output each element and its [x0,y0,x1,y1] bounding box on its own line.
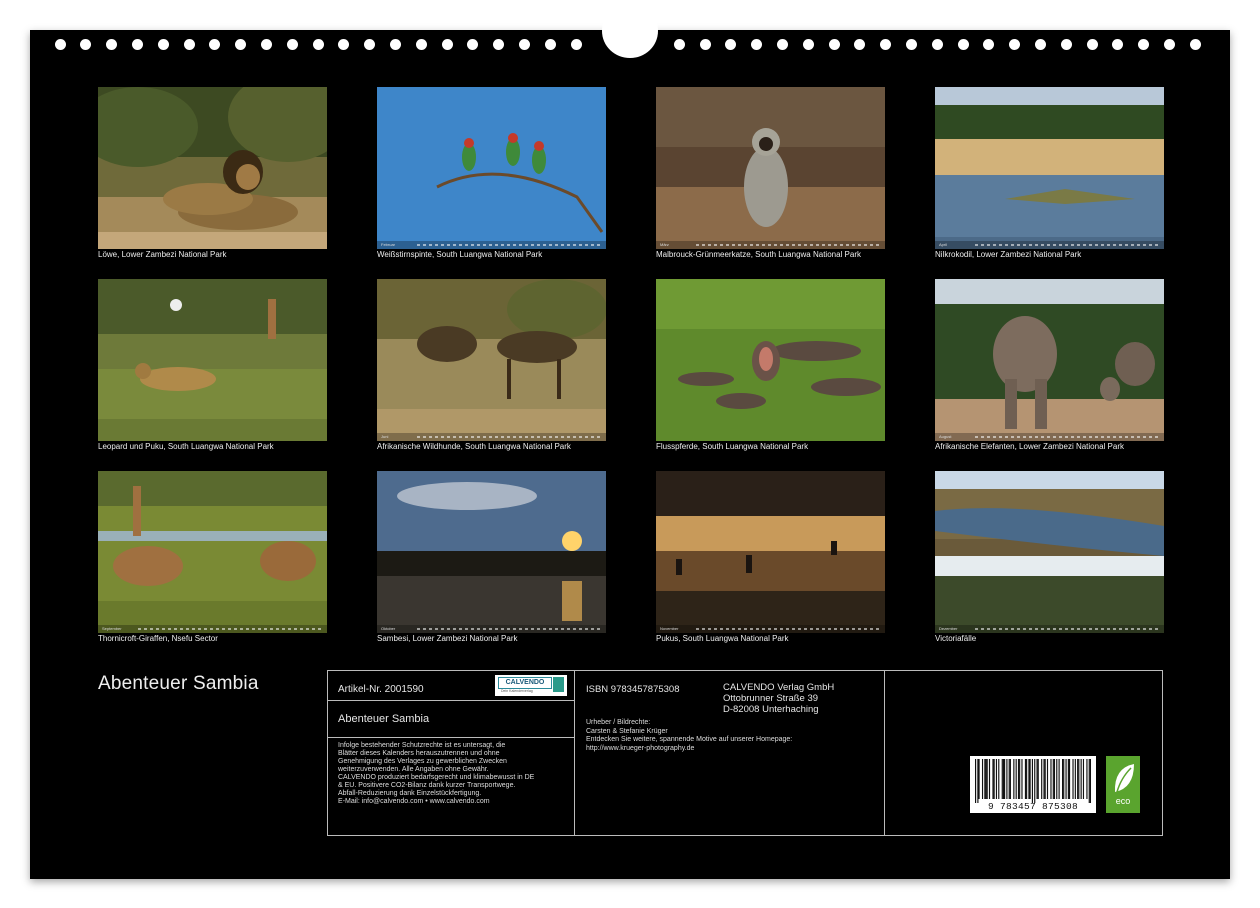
sunset-photo: Oktober [377,471,606,633]
photo-caption: Flusspferde, South Luangwa National Park [656,442,809,451]
month-strip: März [656,241,885,249]
photo-caption: Thornicroft-Giraffen, Nsefu Sector [98,634,218,643]
isbn: ISBN 9783457875308 [586,684,680,695]
binding-hole [80,39,92,50]
binding-hole [106,39,118,50]
leopard-photo [98,279,327,441]
binding-hole [905,39,917,50]
binding-hole [854,39,866,50]
photo-caption: Weißstirnspinte, South Luangwa National … [377,250,543,259]
binding-hole [518,39,530,50]
photo-caption: Pukus, South Luangwa National Park [656,634,789,643]
calendar-title: Abenteuer Sambia [98,673,259,694]
barcode-number: 9 783457 875308 [987,801,1078,812]
month-strip: Oktober [377,625,606,633]
month-strip: August [935,433,1164,441]
eco-label: eco [1115,796,1131,806]
monkey-photo: März [656,87,885,249]
binding-hole [286,39,298,50]
binding-hole [802,39,814,50]
image-credits: Urheber / Bildrechte: Carsten & Stefanie… [586,719,793,752]
binding-hole [1189,39,1201,50]
photo-caption: Löwe, Lower Zambezi National Park [98,250,227,259]
lion-photo [98,87,327,249]
binding-hole [338,39,350,50]
imprint-box: Artikel-Nr. 2001590 CALVENDO Dein Kalend… [327,670,1163,836]
calvendo-logo: CALVENDO Dein Kalenderverlag [495,675,567,696]
binding-hole [880,39,892,50]
photo-caption: Nilkrokodil, Lower Zambezi National Park [935,250,1082,259]
publisher-address: CALVENDO Verlag GmbH Ottobrunner Straße … [723,682,835,715]
logo-mark-icon [553,677,564,692]
month-strip: Dezember [935,625,1164,633]
logo-tagline: Dein Kalenderverlag [501,689,533,693]
hippos-photo [656,279,885,441]
legal-notice: Infolge bestehender Schutzrechte ist es … [338,742,535,805]
bee-eaters-photo: Februar [377,87,606,249]
photo-caption: Victoriafälle [935,634,977,643]
binding-hole [776,39,788,50]
imprint-title: Abenteuer Sambia [338,713,430,725]
waterfall-photo: Dezember [935,471,1164,633]
logo-wordmark: CALVENDO [498,677,552,689]
eco-badge: eco [1106,756,1140,813]
wild-dogs-photo: Juni [377,279,606,441]
binding-hole [983,39,995,50]
month-strip: November [656,625,885,633]
binding-hole [209,39,221,50]
photo-caption: Malbrouck-Grünmeerkatze, South Luangwa N… [656,250,861,259]
binding-hole [931,39,943,50]
binding-hole [467,39,479,50]
binding-hole [725,39,737,50]
binding-hole [1060,39,1072,50]
binding-hole [1112,39,1124,50]
photo-caption: Afrikanische Elefanten, Lower Zambezi Na… [935,442,1124,451]
binding-hole [415,39,427,50]
binding-hole [1138,39,1150,50]
hanger-cutout [602,4,658,58]
binding-hole [1034,39,1046,50]
binding-hole [312,39,324,50]
month-strip: April [935,241,1164,249]
photo-caption: Leopard und Puku, South Luangwa National… [98,442,274,451]
binding-hole [131,39,143,50]
pukus-photo: November [656,471,885,633]
binding-hole [441,39,453,50]
photo-caption: Afrikanische Wildhunde, South Luangwa Na… [377,442,571,451]
binding-hole [1009,39,1021,50]
binding-hole [699,39,711,50]
binding-hole [260,39,272,50]
binding-hole [544,39,556,50]
binding-hole [751,39,763,50]
binding-hole [570,39,582,50]
article-number: Artikel-Nr. 2001590 [338,684,424,695]
binding-hole [157,39,169,50]
photo-caption: Sambesi, Lower Zambezi National Park [377,634,518,643]
month-strip: Juni [377,433,606,441]
binding-hole [389,39,401,50]
elephants-photo: August [935,279,1164,441]
binding-hole [1163,39,1175,50]
binding-hole [54,39,66,50]
binding-hole [183,39,195,50]
binding-hole [235,39,247,50]
binding-hole [828,39,840,50]
month-strip: September [98,625,327,633]
binding-hole [957,39,969,50]
binding-hole [673,39,685,50]
crocodile-photo: April [935,87,1164,249]
binding-hole [493,39,505,50]
binding-hole [364,39,376,50]
calendar-back-page: Februar März April Löwe, Lower Zambezi N… [30,4,1230,879]
month-strip: Februar [377,241,606,249]
giraffes-photo: September [98,471,327,633]
binding-hole [1086,39,1098,50]
